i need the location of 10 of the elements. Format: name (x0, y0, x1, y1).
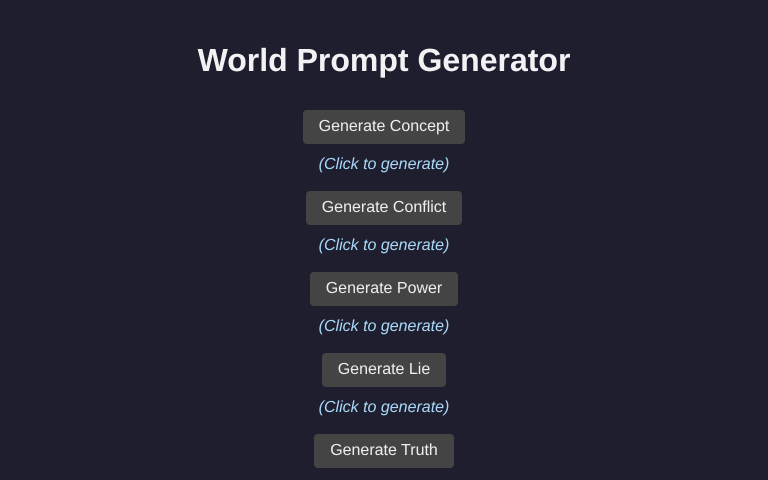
generate-button[interactable]: Generate Concept (302, 110, 466, 144)
generate-button[interactable]: Generate Conflict (306, 191, 462, 225)
result-text: (Click to generate) (318, 156, 450, 174)
generate-button[interactable]: Generate Power (310, 272, 458, 306)
generate-button[interactable]: Generate Lie (322, 353, 446, 387)
result-text: (Click to generate) (318, 237, 450, 255)
result-text: (Click to generate) (318, 318, 450, 336)
result-text: (Click to generate) (318, 399, 450, 417)
generate-button[interactable]: Generate Truth (314, 434, 454, 468)
page-title: World Prompt Generator (198, 41, 570, 80)
